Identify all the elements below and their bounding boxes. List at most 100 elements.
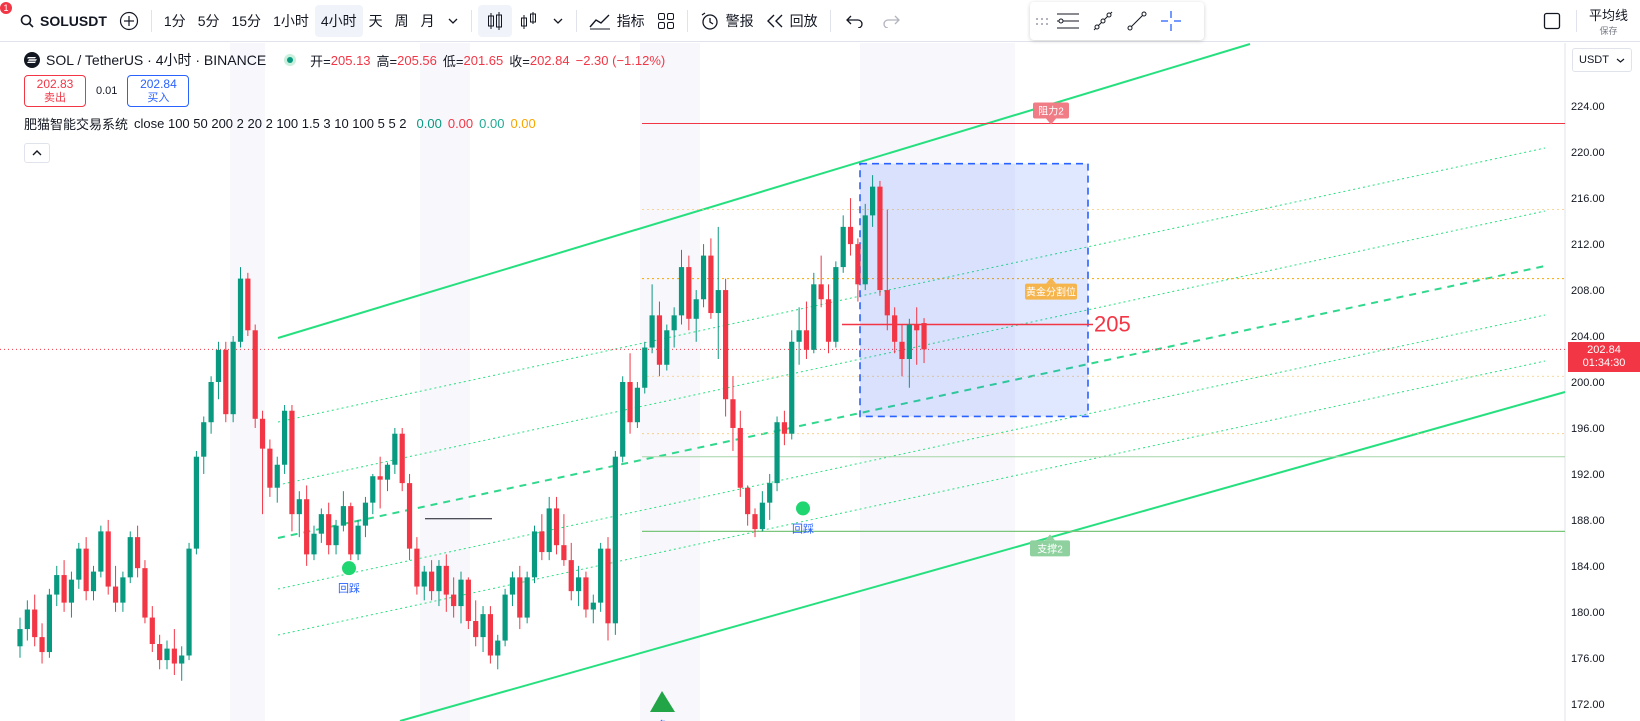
candle-body [833,267,839,342]
layout-save-button[interactable]: 平均线 保存 [1583,5,1640,37]
chart-style-dropdown[interactable] [546,5,570,37]
undo-icon [845,15,863,28]
live-dot [284,54,297,66]
interval-5m[interactable]: 5分 [192,5,226,37]
candle-body [870,186,876,216]
candle-body [208,382,214,423]
redo-icon [883,15,900,28]
candle-body [333,525,339,546]
indicators-button[interactable]: 指标 [583,5,651,37]
candle-body [737,427,743,488]
ma-label: 平均线 [1588,8,1628,23]
separator [150,9,152,32]
horizontal-lines-tool[interactable] [1050,5,1086,37]
candle-body [436,565,442,592]
interval-1M[interactable]: 月 [415,5,441,37]
layout-button[interactable] [651,5,681,37]
undo-button[interactable] [837,5,873,37]
interval-15m[interactable]: 15分 [225,5,267,37]
separator [829,9,831,32]
candle-body [840,226,846,268]
candle-body [899,341,905,360]
candle-body [487,614,493,656]
square-icon [1543,12,1561,30]
candle-body [289,410,295,515]
price-tick-label: 220.00 [1571,147,1605,159]
notification-badge: 1 [0,2,12,14]
close-value: 202.84 [529,52,570,68]
candle-body [223,349,229,415]
candle-body [54,575,60,595]
interval-dropdown[interactable] [441,5,465,37]
interval-1h[interactable]: 1小时 [267,5,315,37]
candle-body [517,577,523,618]
candle-body [906,324,912,360]
candle-body [818,284,824,300]
drag-handle[interactable] [1036,11,1050,31]
candle-body [362,502,369,526]
candle-body [318,514,324,534]
sol-logo-icon [24,52,40,68]
candle-body [179,655,185,664]
interval-4h[interactable]: 4小时 [314,4,363,37]
candle-body [24,609,30,630]
indicator-value: 0.00 [510,116,536,131]
candle-body [186,548,192,656]
countdown: 01:34:30 [1582,357,1626,370]
candle-body [215,349,222,382]
interval-1d[interactable]: 天 [363,5,389,37]
alert-button[interactable]: 警报 [694,5,760,37]
candle-body [509,577,516,595]
candles-style-button[interactable] [477,4,512,37]
symbol-search[interactable]: SOLUSDT [14,5,113,37]
chart-area[interactable]: 224.00 220.00 216.00 212.00 208.00 204.00 200.… [0,43,1640,721]
trendline-tool[interactable] [1120,5,1154,37]
separator [470,9,472,32]
high-value: 205.56 [397,52,437,68]
redo-button[interactable] [873,5,909,37]
candle-body [656,315,663,365]
top-toolbar: 1 SOLUSDT 1分 5分 15分 1小时 4小时 天 周 月 指标 警报 … [0,0,1640,42]
fullscreen-toggle[interactable] [1534,5,1570,37]
save-label: 保存 [1599,26,1618,36]
compare-symbol-button[interactable] [113,5,145,37]
indicator-legend[interactable]: 肥猫智能交易系统 close 100 50 200 2 20 2 100 1.5… [24,114,536,133]
interval-1w[interactable]: 周 [389,5,415,37]
indicators-label: 指标 [616,12,645,29]
candle-body [201,422,207,457]
chevron-down-icon [1616,58,1625,63]
candle-body [634,387,640,423]
candle-body [590,602,596,610]
price-chart[interactable]: 224.00 220.00 216.00 212.00 208.00 204.00 200.… [0,43,1640,721]
candle-body [767,483,773,503]
candle-body [715,290,721,314]
chevron-down-icon [553,18,563,24]
candle-body [495,640,501,656]
price-tick-label: 212.00 [1571,239,1605,251]
bar-style-button[interactable] [512,5,546,37]
candle-body [855,244,861,285]
candle-body [892,315,898,342]
candle-body [245,278,251,331]
indicator-icon [589,14,610,29]
candle-body [642,347,648,388]
trade-buttons: 202.83 卖出 0.01 202.84 买入 [24,75,190,107]
candle-body [451,594,457,607]
candle-body [561,545,567,561]
indicator-params: close 100 50 200 2 20 2 100 1.5 3 10 100… [134,116,407,131]
collapse-legend-button[interactable] [24,143,50,163]
separator [1575,10,1577,32]
buy-button[interactable]: 202.84 买入 [127,75,190,107]
crosshair-tool[interactable] [1154,5,1188,37]
candle-body [90,571,97,592]
interval-1m[interactable]: 1分 [158,5,192,37]
currency-selector[interactable]: USDT [1572,48,1632,72]
replay-button[interactable]: 回放 [760,5,824,37]
candle-body [480,614,486,638]
sell-button[interactable]: 202.83 卖出 [24,75,86,107]
candle-body [348,506,354,555]
search-icon [20,14,34,28]
pitchfork-tool[interactable] [1086,5,1120,37]
buy-label: 买入 [147,92,170,104]
sell-price: 202.83 [36,77,74,91]
